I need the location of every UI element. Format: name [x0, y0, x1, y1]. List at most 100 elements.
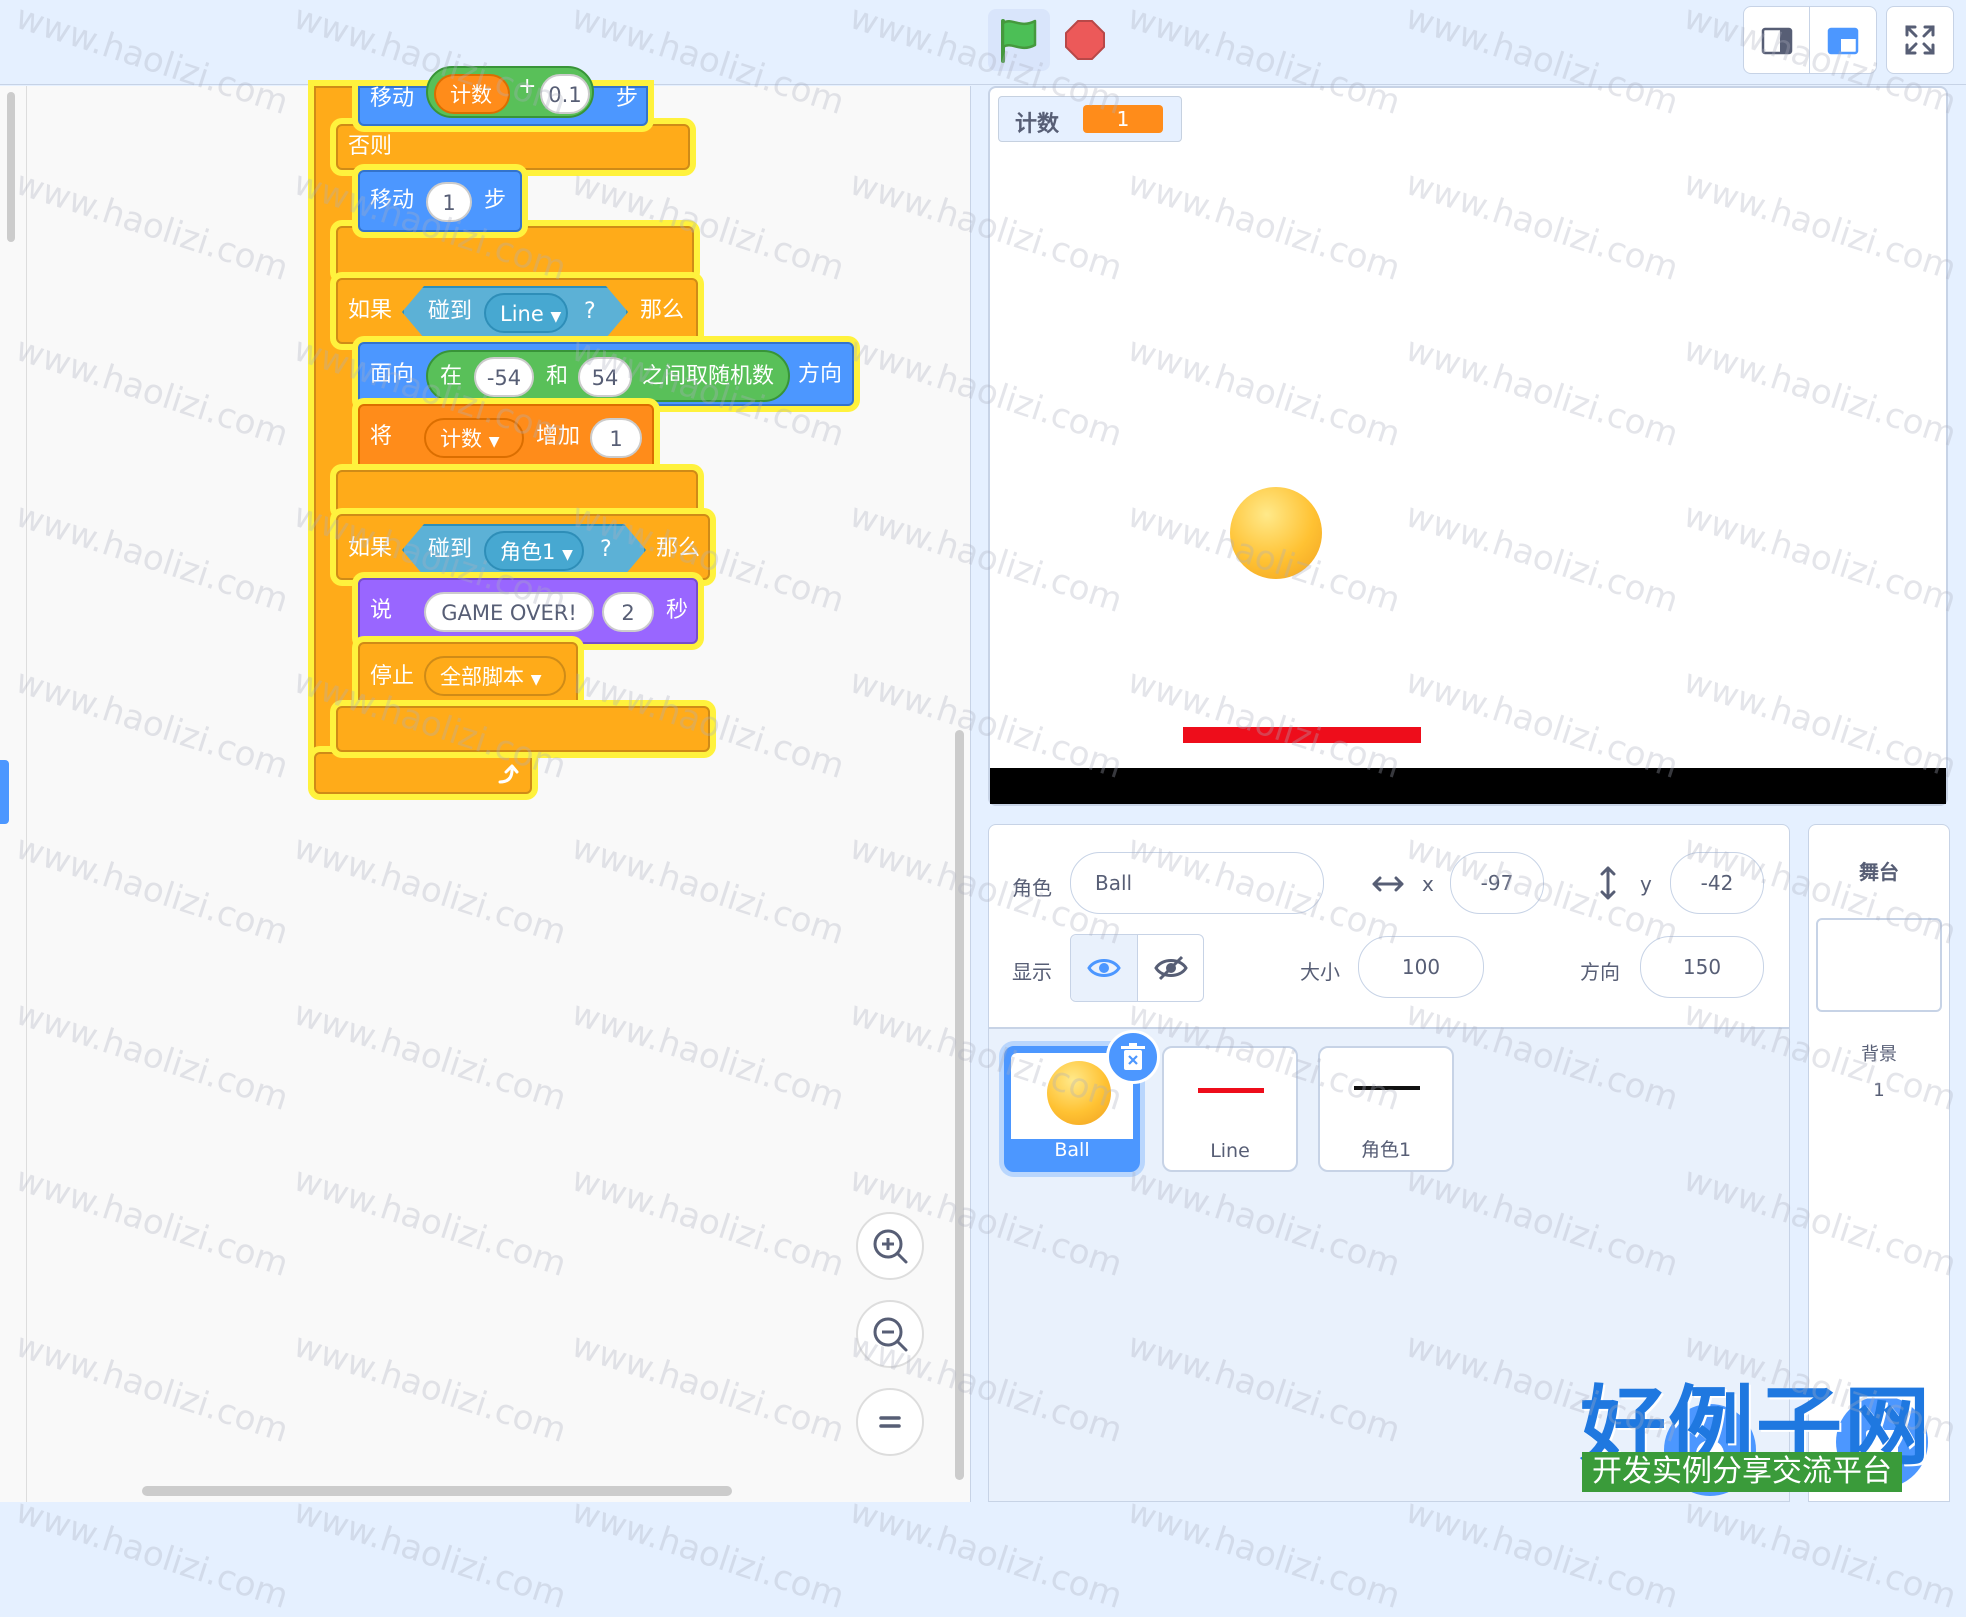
x-position-input[interactable]: -97: [1450, 852, 1544, 914]
y-value: -42: [1700, 871, 1734, 895]
direction-input[interactable]: 150: [1640, 936, 1764, 998]
direction-label: 方向: [1580, 960, 1620, 984]
y-position-input[interactable]: -42: [1670, 852, 1764, 914]
ball-sprite[interactable]: [1230, 487, 1322, 579]
size-input[interactable]: 100: [1358, 936, 1484, 998]
variable-dropdown[interactable]: 计数 ▼: [424, 418, 524, 458]
random-to-input[interactable]: 54: [578, 357, 632, 397]
move-steps-block-top[interactable]: 移动 计数 + 0.1 步: [358, 66, 648, 126]
steps-input[interactable]: 1: [426, 182, 472, 222]
y-arrows-icon: [1600, 866, 1616, 900]
variable-monitor[interactable]: 计数 1: [998, 96, 1182, 142]
if-block-end[interactable]: [336, 470, 698, 514]
change-amount-input[interactable]: 1: [590, 418, 642, 458]
touching-label: 碰到: [428, 299, 473, 324]
if-else-block-else[interactable]: 否则: [336, 124, 690, 170]
say-text-input[interactable]: GAME OVER!: [424, 592, 594, 632]
monitor-value: 1: [1083, 105, 1163, 133]
touching-sprite-sensor[interactable]: 碰到 角色1 ▼ ?: [402, 524, 646, 576]
stage-bottom-bar: [990, 768, 1946, 804]
num-input[interactable]: 0.1: [540, 74, 590, 114]
say-for-secs-block[interactable]: 说 GAME OVER! 2 秒: [358, 578, 698, 644]
set-label: 将: [370, 424, 393, 449]
watermark-text: www.haolizi.com: [10, 1491, 294, 1617]
workspace-horizontal-scrollbar[interactable]: [142, 1486, 732, 1496]
random-label: 之间取随机数: [642, 364, 775, 389]
stage-canvas[interactable]: [988, 86, 1948, 806]
chevron-down-icon: ▼: [562, 547, 573, 563]
top-bar: [0, 0, 1966, 85]
fullscreen-button[interactable]: [1886, 6, 1954, 74]
x-arrows-icon: [1372, 876, 1404, 892]
ball-thumbnail: [1047, 1061, 1111, 1125]
say-secs-input[interactable]: 2: [602, 592, 654, 632]
if-block-end[interactable]: [336, 706, 710, 752]
point-direction-block[interactable]: 面向 在 -54 和 54 之间取随机数 方向: [358, 342, 854, 406]
if-label: 如果: [348, 298, 393, 323]
and-label: 和: [546, 364, 569, 389]
watermark-logo-subtitle: 开发实例分享交流平台: [1582, 1452, 1902, 1492]
random-operator[interactable]: 在 -54 和 54 之间取随机数: [426, 350, 790, 402]
stop-label: 停止: [370, 664, 415, 689]
if-else-block-end[interactable]: [336, 226, 694, 278]
zoom-reset-button[interactable]: [856, 1388, 924, 1456]
show-sprite-button[interactable]: [1071, 935, 1138, 1001]
touching-target-dropdown[interactable]: Line ▼: [484, 293, 568, 333]
stop-all-block[interactable]: 停止 全部脚本 ▼: [358, 642, 578, 708]
if-touching-sprite-block[interactable]: 如果 碰到 角色1 ▼ ? 那么: [336, 514, 710, 580]
sprite-label: 角色: [1012, 876, 1052, 900]
zoom-in-button[interactable]: [856, 1212, 924, 1280]
change-by-label: 增加: [536, 424, 581, 449]
watermark-text: www.haolizi.com: [566, 1491, 850, 1617]
visibility-toggle-group: [1070, 934, 1204, 1002]
question-label: ?: [600, 537, 612, 562]
sprite-name-input[interactable]: Ball: [1070, 852, 1324, 914]
line-thumbnail: [1198, 1088, 1264, 1093]
if-touching-line-block[interactable]: 如果 碰到 Line ▼ ? 那么: [336, 278, 698, 344]
zoom-reset-icon: [879, 1416, 901, 1428]
touching-target-dropdown[interactable]: 角色1 ▼: [484, 531, 584, 571]
change-variable-block[interactable]: 将 计数 ▼ 增加 1: [358, 404, 654, 470]
var-reporter[interactable]: 计数: [434, 74, 510, 114]
steps-label: 步: [616, 86, 639, 111]
small-stage-button[interactable]: [1743, 6, 1811, 74]
normal-stage-button[interactable]: [1809, 6, 1877, 74]
line-sprite[interactable]: [1183, 727, 1421, 743]
y-label: y: [1640, 872, 1652, 896]
stop-option-dropdown[interactable]: 全部脚本 ▼: [424, 656, 566, 696]
zoom-in-icon: [873, 1229, 908, 1264]
delete-sprite-button[interactable]: [1106, 1030, 1160, 1084]
category-indicator[interactable]: [0, 760, 9, 824]
forever-block-bottom[interactable]: [314, 752, 532, 794]
watermark-text: www.haolizi.com: [1122, 1491, 1406, 1617]
green-flag-button[interactable]: [988, 9, 1050, 71]
sprite-tile-sprite1[interactable]: 角色1: [1318, 1046, 1454, 1172]
forever-block-arm[interactable]: [314, 86, 358, 792]
sprite1-thumbnail: [1354, 1086, 1420, 1090]
sprite-tile-name: 角色1: [1360, 1139, 1412, 1161]
then-label: 那么: [656, 536, 701, 561]
then-label: 那么: [640, 298, 685, 323]
sprite-name-value: Ball: [1095, 871, 1133, 895]
eye-slash-icon: [1154, 955, 1188, 981]
x-value: -97: [1480, 871, 1514, 895]
sprite-tile-line[interactable]: Line: [1162, 1046, 1298, 1172]
stop-option: 全部脚本: [440, 665, 524, 689]
random-from-input[interactable]: -54: [474, 357, 534, 397]
left-scrollbar[interactable]: [7, 92, 15, 242]
steps-label: 步: [484, 188, 507, 213]
touching-label: 碰到: [428, 537, 473, 562]
watermark-text: www.haolizi.com: [1400, 1491, 1684, 1617]
point-label: 面向: [370, 362, 415, 387]
stage-thumbnail[interactable]: [1816, 918, 1942, 1012]
hide-sprite-button[interactable]: [1138, 935, 1204, 1001]
touching-line-sensor[interactable]: 碰到 Line ▼ ?: [402, 286, 628, 338]
stop-button[interactable]: [1054, 9, 1116, 71]
size-label: 大小: [1300, 960, 1340, 984]
monitor-label: 计数: [1015, 112, 1060, 137]
workspace-vertical-scrollbar[interactable]: [955, 730, 964, 1480]
add-operator[interactable]: 计数 + 0.1: [426, 66, 594, 118]
zoom-out-button[interactable]: [856, 1300, 924, 1368]
move-steps-block[interactable]: 移动 1 步: [358, 170, 522, 232]
size-value: 100: [1401, 955, 1441, 979]
